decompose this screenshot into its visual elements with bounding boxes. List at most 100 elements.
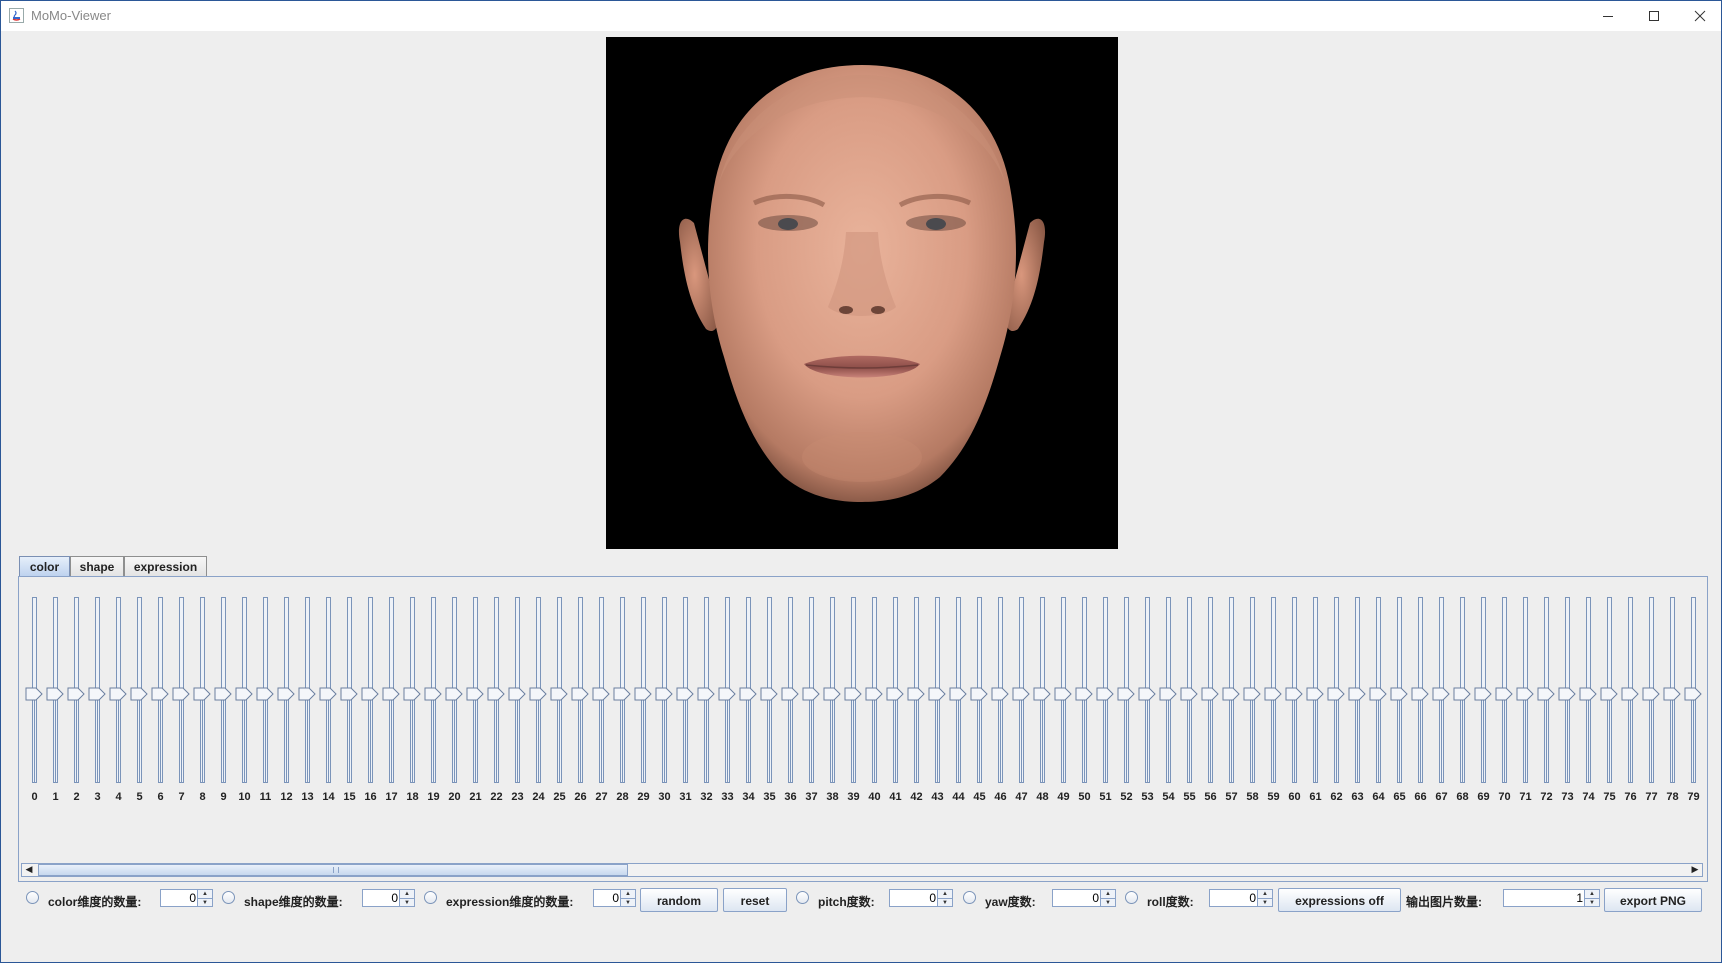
expression-dims-radio[interactable] bbox=[424, 891, 437, 904]
slider-thumb-icon[interactable] bbox=[1264, 686, 1282, 701]
slider-thumb-icon[interactable] bbox=[172, 686, 190, 701]
slider-thumb-icon[interactable] bbox=[46, 686, 64, 701]
slider-thumb-icon[interactable] bbox=[424, 686, 442, 701]
slider-thumb-icon[interactable] bbox=[907, 686, 925, 701]
spin-down-icon[interactable]: ▼ bbox=[1101, 898, 1115, 906]
output-count-value[interactable]: 1 bbox=[1576, 891, 1583, 905]
slider-thumb-icon[interactable] bbox=[1201, 686, 1219, 701]
slider-thumb-icon[interactable] bbox=[1033, 686, 1051, 701]
slider-thumb-icon[interactable] bbox=[781, 686, 799, 701]
spin-up-icon[interactable]: ▲ bbox=[621, 890, 635, 898]
slider-thumb-icon[interactable] bbox=[214, 686, 232, 701]
spin-up-icon[interactable]: ▲ bbox=[1101, 890, 1115, 898]
slider-thumb-icon[interactable] bbox=[886, 686, 904, 701]
yaw-spinner[interactable]: 0 ▲ ▼ bbox=[1052, 889, 1116, 907]
slider-thumb-icon[interactable] bbox=[1054, 686, 1072, 701]
color-dims-spinner[interactable]: 0 ▲ ▼ bbox=[160, 889, 213, 907]
scrollbar-thumb[interactable] bbox=[38, 864, 628, 876]
spin-down-icon[interactable]: ▼ bbox=[938, 898, 952, 906]
slider-thumb-icon[interactable] bbox=[1684, 686, 1702, 701]
slider-thumb-icon[interactable] bbox=[676, 686, 694, 701]
slider-thumb-icon[interactable] bbox=[361, 686, 379, 701]
slider-thumb-icon[interactable] bbox=[634, 686, 652, 701]
slider-thumb-icon[interactable] bbox=[508, 686, 526, 701]
slider-thumb-icon[interactable] bbox=[193, 686, 211, 701]
slider-thumb-icon[interactable] bbox=[529, 686, 547, 701]
slider-thumb-icon[interactable] bbox=[1579, 686, 1597, 701]
slider-thumb-icon[interactable] bbox=[1390, 686, 1408, 701]
shape-dims-value[interactable]: 0 bbox=[391, 891, 398, 905]
shape-dims-radio[interactable] bbox=[222, 891, 235, 904]
slider-thumb-icon[interactable] bbox=[466, 686, 484, 701]
slider-thumb-icon[interactable] bbox=[25, 686, 43, 701]
slider-thumb-icon[interactable] bbox=[865, 686, 883, 701]
slider-79[interactable]: 79 bbox=[1683, 591, 1704, 836]
tab-expression[interactable]: expression bbox=[124, 556, 207, 577]
slider-thumb-icon[interactable] bbox=[823, 686, 841, 701]
maximize-button[interactable] bbox=[1631, 1, 1677, 31]
spin-up-icon[interactable]: ▲ bbox=[400, 890, 414, 898]
title-bar[interactable]: MoMo-Viewer bbox=[1, 1, 1721, 31]
slider-thumb-icon[interactable] bbox=[550, 686, 568, 701]
slider-thumb-icon[interactable] bbox=[1663, 686, 1681, 701]
color-dims-radio[interactable] bbox=[26, 891, 39, 904]
expression-dims-spinner[interactable]: 0 ▲ ▼ bbox=[593, 889, 636, 907]
slider-thumb-icon[interactable] bbox=[1222, 686, 1240, 701]
slider-thumb-icon[interactable] bbox=[1243, 686, 1261, 701]
slider-thumb-icon[interactable] bbox=[1516, 686, 1534, 701]
slider-thumb-icon[interactable] bbox=[697, 686, 715, 701]
slider-thumb-icon[interactable] bbox=[298, 686, 316, 701]
slider-thumb-icon[interactable] bbox=[1012, 686, 1030, 701]
slider-thumb-icon[interactable] bbox=[1348, 686, 1366, 701]
slider-thumb-icon[interactable] bbox=[571, 686, 589, 701]
slider-thumb-icon[interactable] bbox=[109, 686, 127, 701]
spin-down-icon[interactable]: ▼ bbox=[1258, 898, 1272, 906]
pitch-radio[interactable] bbox=[796, 891, 809, 904]
slider-thumb-icon[interactable] bbox=[1495, 686, 1513, 701]
slider-thumb-icon[interactable] bbox=[235, 686, 253, 701]
slider-thumb-icon[interactable] bbox=[991, 686, 1009, 701]
slider-thumb-icon[interactable] bbox=[844, 686, 862, 701]
output-count-spinner[interactable]: 1 ▲ ▼ bbox=[1503, 889, 1600, 907]
slider-thumb-icon[interactable] bbox=[970, 686, 988, 701]
slider-thumb-icon[interactable] bbox=[613, 686, 631, 701]
pitch-value[interactable]: 0 bbox=[929, 891, 936, 905]
slider-thumb-icon[interactable] bbox=[1432, 686, 1450, 701]
roll-radio[interactable] bbox=[1125, 891, 1138, 904]
reset-button[interactable]: reset bbox=[723, 888, 787, 912]
slider-thumb-icon[interactable] bbox=[1537, 686, 1555, 701]
slider-thumb-icon[interactable] bbox=[802, 686, 820, 701]
slider-thumb-icon[interactable] bbox=[487, 686, 505, 701]
slider-thumb-icon[interactable] bbox=[1474, 686, 1492, 701]
slider-thumb-icon[interactable] bbox=[67, 686, 85, 701]
slider-thumb-icon[interactable] bbox=[1117, 686, 1135, 701]
slider-thumb-icon[interactable] bbox=[1159, 686, 1177, 701]
slider-thumb-icon[interactable] bbox=[1621, 686, 1639, 701]
close-button[interactable] bbox=[1677, 1, 1722, 31]
slider-thumb-icon[interactable] bbox=[1369, 686, 1387, 701]
slider-thumb-icon[interactable] bbox=[1642, 686, 1660, 701]
slider-thumb-icon[interactable] bbox=[1558, 686, 1576, 701]
slider-thumb-icon[interactable] bbox=[130, 686, 148, 701]
slider-thumb-icon[interactable] bbox=[1411, 686, 1429, 701]
slider-thumb-icon[interactable] bbox=[256, 686, 274, 701]
slider-thumb-icon[interactable] bbox=[1327, 686, 1345, 701]
random-button[interactable]: random bbox=[640, 888, 718, 912]
spin-up-icon[interactable]: ▲ bbox=[1585, 890, 1599, 898]
horizontal-scrollbar[interactable]: ◀ ▶ bbox=[21, 863, 1703, 877]
slider-thumb-icon[interactable] bbox=[151, 686, 169, 701]
slider-thumb-icon[interactable] bbox=[1180, 686, 1198, 701]
yaw-value[interactable]: 0 bbox=[1092, 891, 1099, 905]
slider-thumb-icon[interactable] bbox=[718, 686, 736, 701]
scroll-left-icon[interactable]: ◀ bbox=[22, 864, 36, 876]
spin-down-icon[interactable]: ▼ bbox=[1585, 898, 1599, 906]
export-png-button[interactable]: export PNG bbox=[1604, 888, 1702, 912]
spin-up-icon[interactable]: ▲ bbox=[938, 890, 952, 898]
slider-thumb-icon[interactable] bbox=[928, 686, 946, 701]
slider-thumb-icon[interactable] bbox=[382, 686, 400, 701]
slider-thumb-icon[interactable] bbox=[592, 686, 610, 701]
slider-thumb-icon[interactable] bbox=[403, 686, 421, 701]
shape-dims-spinner[interactable]: 0 ▲ ▼ bbox=[362, 889, 415, 907]
slider-thumb-icon[interactable] bbox=[319, 686, 337, 701]
spin-down-icon[interactable]: ▼ bbox=[400, 898, 414, 906]
